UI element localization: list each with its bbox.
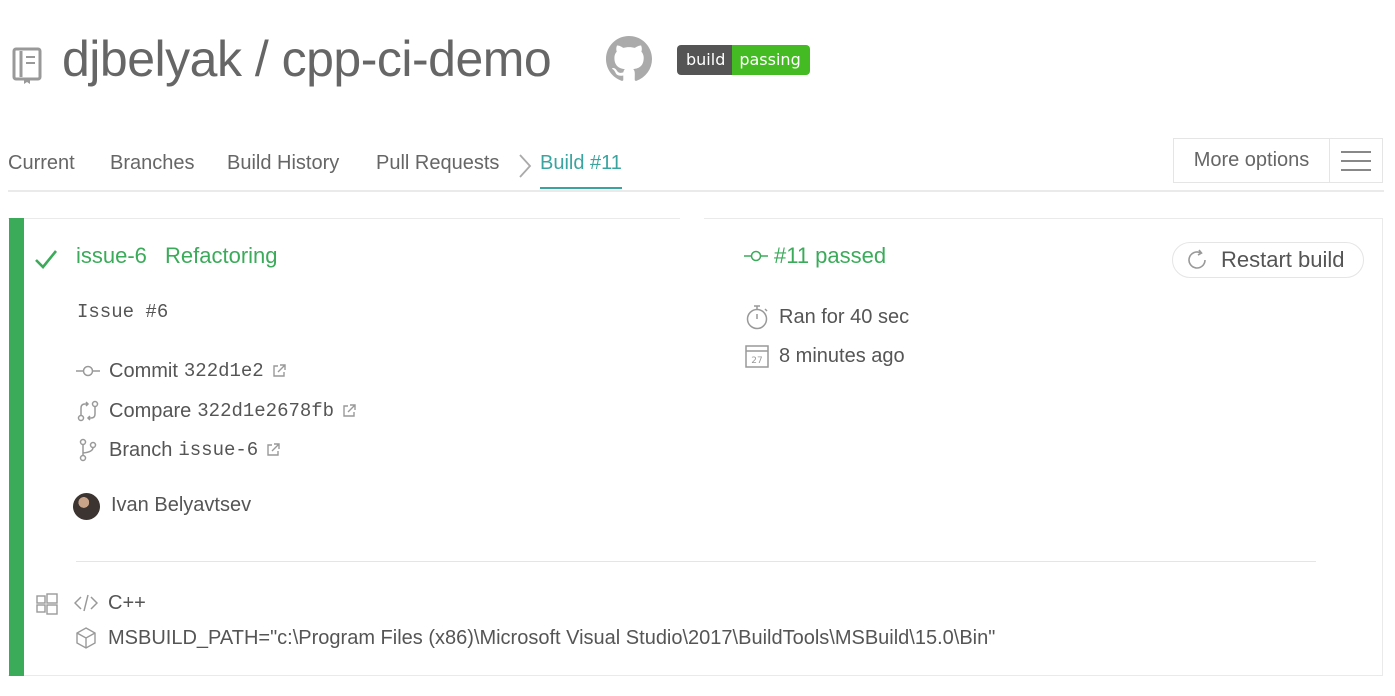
tab-build-history[interactable]: Build History xyxy=(227,152,339,175)
commit-link[interactable]: Commit 322d1e2 xyxy=(76,358,286,384)
svg-text:27: 27 xyxy=(751,356,762,366)
external-link-icon xyxy=(273,364,286,377)
code-icon xyxy=(74,594,98,612)
compare-sha: 322d1e2678fb xyxy=(197,400,335,422)
build-duration: Ran for 40 sec xyxy=(744,304,909,330)
commit-label: Commit xyxy=(109,359,178,382)
commit-icon xyxy=(76,365,100,377)
more-options-label: More options xyxy=(1174,139,1330,182)
calendar-icon: 27 xyxy=(745,345,769,368)
branch-icon xyxy=(79,438,97,462)
badge-status: passing xyxy=(732,45,810,75)
tab-build[interactable]: Build #11 xyxy=(540,152,622,189)
compare-icon xyxy=(77,400,99,422)
panel-gap xyxy=(680,217,704,219)
branch-link[interactable]: Branch issue-6 xyxy=(76,437,280,463)
hamburger-icon[interactable] xyxy=(1330,139,1382,182)
build-number-status[interactable]: #11 passed xyxy=(744,243,886,269)
restart-icon xyxy=(1188,249,1206,269)
badge-label: build xyxy=(677,45,733,75)
package-icon xyxy=(76,627,96,649)
env-row: MSBUILD_PATH="c:\Program Files (x86)\Mic… xyxy=(74,625,995,651)
commit-sha: 322d1e2 xyxy=(183,360,264,382)
branch-label: Branch xyxy=(109,438,173,461)
env-variable: MSBUILD_PATH="c:\Program Files (x86)\Mic… xyxy=(108,626,996,649)
avatar xyxy=(73,493,100,520)
restart-build-button[interactable]: Restart build xyxy=(1172,242,1364,278)
branch-value: issue-6 xyxy=(178,439,259,461)
divider xyxy=(76,561,1316,562)
finished-text: 8 minutes ago xyxy=(779,344,905,367)
tab-branches[interactable]: Branches xyxy=(110,152,195,175)
external-link-icon xyxy=(343,404,356,417)
tab-pull-requests[interactable]: Pull Requests xyxy=(376,152,499,175)
build-finished: 27 8 minutes ago xyxy=(744,343,905,369)
duration-text: Ran for 40 sec xyxy=(779,305,910,328)
language-row: C++ xyxy=(74,590,146,616)
repo-title[interactable]: djbelyak / cpp-ci-demo xyxy=(62,30,552,88)
tab-bar: Current Branches Build History Pull Requ… xyxy=(8,138,1384,192)
chevron-right-icon xyxy=(519,154,532,178)
compare-label: Compare xyxy=(109,399,192,422)
author-name: Ivan Belyavtsev xyxy=(111,494,252,516)
commit-icon xyxy=(744,250,768,262)
build-status-bar xyxy=(9,218,24,676)
external-link-icon xyxy=(267,443,280,456)
repo-book-icon xyxy=(12,47,42,84)
stopwatch-icon xyxy=(746,305,768,330)
compare-link[interactable]: Compare 322d1e2678fb xyxy=(76,398,356,424)
repo-header: djbelyak / cpp-ci-demo build passing xyxy=(0,22,1395,102)
build-commit-title[interactable]: Refactoring xyxy=(165,243,278,269)
commit-message: Issue #6 xyxy=(77,301,169,323)
github-icon[interactable] xyxy=(606,36,652,82)
build-branch-name[interactable]: issue-6 xyxy=(76,243,147,269)
check-icon xyxy=(35,250,58,269)
restart-label: Restart build xyxy=(1221,247,1345,272)
tab-current[interactable]: Current xyxy=(8,152,75,175)
language-label: C++ xyxy=(108,591,146,614)
build-status-badge[interactable]: build passing xyxy=(677,45,810,75)
more-options-button[interactable]: More options xyxy=(1173,138,1383,183)
build-number-label: #11 passed xyxy=(774,243,887,268)
windows-icon xyxy=(36,593,58,615)
